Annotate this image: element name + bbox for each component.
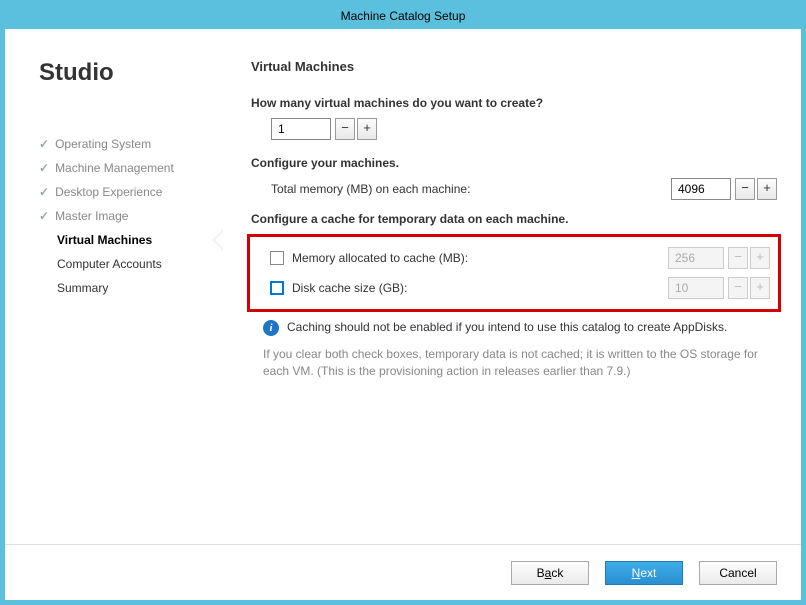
- sidebar-item-label: Virtual Machines: [57, 233, 152, 247]
- cache-memory-value: 256: [668, 247, 724, 269]
- next-button[interactable]: Next: [605, 561, 683, 585]
- sidebar-item-label: Master Image: [55, 209, 128, 223]
- titlebar: Machine Catalog Setup: [5, 5, 801, 29]
- total-memory-decrement[interactable]: −: [735, 178, 755, 200]
- sidebar-item-summary[interactable]: Summary: [39, 276, 223, 300]
- info-row: i Caching should not be enabled if you i…: [263, 320, 777, 336]
- cache-memory-row: Memory allocated to cache (MB): 256 − +: [258, 243, 770, 273]
- vm-count-question: How many virtual machines do you want to…: [251, 96, 777, 110]
- note-text: If you clear both check boxes, temporary…: [263, 346, 777, 380]
- main-panel: Virtual Machines How many virtual machin…: [223, 29, 801, 544]
- total-memory-increment[interactable]: +: [757, 178, 777, 200]
- cache-disk-row: Disk cache size (GB): 10 − +: [258, 273, 770, 303]
- sidebar-item-machine-management[interactable]: ✓ Machine Management: [39, 156, 223, 180]
- sidebar-item-operating-system[interactable]: ✓ Operating System: [39, 132, 223, 156]
- check-icon: ✓: [39, 185, 49, 199]
- footer: Back Next Cancel: [5, 544, 801, 600]
- check-icon: ✓: [39, 209, 49, 223]
- cache-memory-increment: +: [750, 247, 770, 269]
- cache-heading: Configure a cache for temporary data on …: [251, 212, 777, 226]
- total-memory-input[interactable]: [671, 178, 731, 200]
- cache-memory-decrement: −: [728, 247, 748, 269]
- cache-disk-decrement: −: [728, 277, 748, 299]
- cache-disk-checkbox[interactable]: [270, 281, 284, 295]
- cache-memory-label: Memory allocated to cache (MB):: [292, 251, 668, 265]
- sidebar-item-label: Operating System: [55, 137, 151, 151]
- vm-count-increment[interactable]: +: [357, 118, 377, 140]
- vm-count-row: − +: [251, 118, 777, 140]
- sidebar-item-master-image[interactable]: ✓ Master Image: [39, 204, 223, 228]
- cancel-button[interactable]: Cancel: [699, 561, 777, 585]
- sidebar-item-label: Desktop Experience: [55, 185, 162, 199]
- vm-count-decrement[interactable]: −: [335, 118, 355, 140]
- info-text: Caching should not be enabled if you int…: [287, 320, 727, 334]
- sidebar-item-label: Summary: [57, 281, 108, 295]
- cache-memory-checkbox[interactable]: [270, 251, 284, 265]
- cache-disk-increment: +: [750, 277, 770, 299]
- total-memory-label: Total memory (MB) on each machine:: [251, 182, 671, 196]
- cache-highlight-box: Memory allocated to cache (MB): 256 − + …: [247, 234, 781, 312]
- back-button[interactable]: Back: [511, 561, 589, 585]
- sidebar: Studio ✓ Operating System ✓ Machine Mana…: [5, 29, 223, 544]
- sidebar-item-label: Machine Management: [55, 161, 174, 175]
- sidebar-item-virtual-machines[interactable]: Virtual Machines: [39, 228, 223, 252]
- page-title: Virtual Machines: [251, 59, 777, 74]
- check-icon: ✓: [39, 161, 49, 175]
- check-icon: ✓: [39, 137, 49, 151]
- content: Studio ✓ Operating System ✓ Machine Mana…: [5, 29, 801, 600]
- window-title: Machine Catalog Setup: [341, 9, 466, 23]
- cache-disk-value: 10: [668, 277, 724, 299]
- vm-count-input[interactable]: [271, 118, 331, 140]
- window: Machine Catalog Setup Studio ✓ Operating…: [0, 0, 806, 605]
- cache-disk-label: Disk cache size (GB):: [292, 281, 668, 295]
- body: Studio ✓ Operating System ✓ Machine Mana…: [5, 29, 801, 544]
- configure-machines-label: Configure your machines.: [251, 156, 777, 170]
- sidebar-item-label: Computer Accounts: [57, 257, 162, 271]
- info-icon: i: [263, 320, 279, 336]
- total-memory-row: Total memory (MB) on each machine: − +: [251, 178, 777, 200]
- sidebar-item-computer-accounts[interactable]: Computer Accounts: [39, 252, 223, 276]
- sidebar-item-desktop-experience[interactable]: ✓ Desktop Experience: [39, 180, 223, 204]
- sidebar-heading: Studio: [39, 59, 223, 87]
